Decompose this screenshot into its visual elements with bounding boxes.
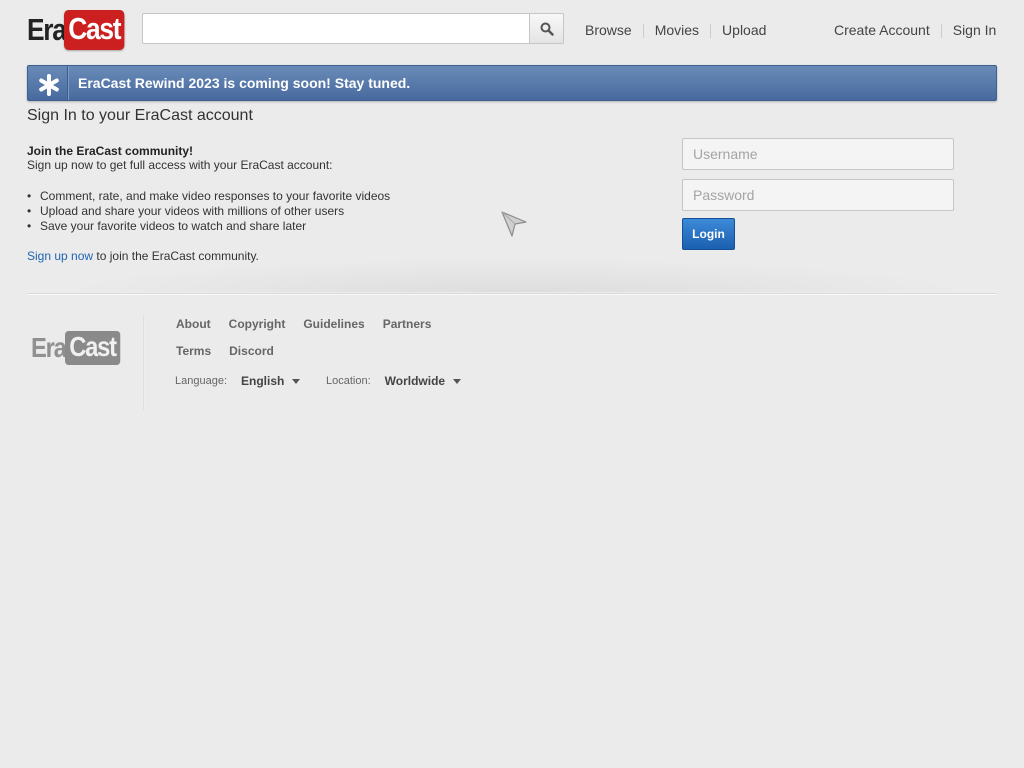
- nav-divider: [642, 24, 644, 38]
- join-subtitle: Sign up now to get full access with your…: [27, 158, 333, 172]
- benefits-list: • Comment, rate, and make video responses…: [27, 189, 390, 234]
- footer-link-discord[interactable]: Discord: [229, 344, 274, 358]
- language-selector: Language: English: [175, 374, 301, 388]
- footer-link-guidelines[interactable]: Guidelines: [303, 317, 364, 331]
- announcement-banner: EraCast Rewind 2023 is coming soon! Stay…: [27, 65, 997, 101]
- caret-down-icon: [453, 379, 462, 385]
- nav-upload[interactable]: Upload: [722, 22, 766, 38]
- location-label: Location:: [326, 375, 371, 387]
- footer-link-partners[interactable]: Partners: [383, 317, 432, 331]
- join-heading: Join the EraCast community!: [27, 144, 194, 158]
- footer-logo-cast-text: Cast: [64, 331, 120, 365]
- benefit-text: Comment, rate, and make video responses …: [40, 189, 391, 203]
- create-account-link[interactable]: Create Account: [834, 22, 930, 38]
- search-icon: [540, 22, 554, 36]
- bullet-icon: •: [27, 189, 32, 203]
- footer-link-about[interactable]: About: [176, 317, 211, 331]
- eracast-logo[interactable]: Era Cast: [27, 10, 136, 50]
- bullet-icon: •: [27, 219, 32, 233]
- footer-links-row2: Terms Discord: [176, 344, 292, 358]
- nav-movies[interactable]: Movies: [655, 22, 699, 38]
- logo-cast-text: Cast: [64, 10, 126, 50]
- logo-era-text: Era: [27, 12, 67, 47]
- list-item: • Upload and share your videos with milli…: [27, 204, 390, 219]
- footer-divider: [27, 293, 997, 295]
- nav-browse[interactable]: Browse: [585, 22, 632, 38]
- password-field[interactable]: [682, 179, 954, 211]
- username-field[interactable]: [682, 138, 954, 170]
- mouse-cursor-icon: [501, 211, 527, 237]
- banner-divider: [67, 66, 69, 100]
- location-selector: Location: Worldwide: [326, 374, 462, 388]
- content-shadow: [60, 258, 970, 292]
- nav-divider: [710, 24, 712, 38]
- footer-links-row1: About Copyright Guidelines Partners: [176, 317, 449, 331]
- login-button[interactable]: Login: [682, 218, 735, 250]
- list-item: • Comment, rate, and make video responses…: [27, 189, 390, 204]
- bullet-icon: •: [27, 204, 32, 218]
- language-label: Language:: [175, 375, 227, 387]
- page-title: Sign In to your EraCast account: [27, 107, 253, 124]
- list-item: • Save your favorite videos to watch and …: [27, 219, 390, 234]
- benefit-text: Upload and share your videos with millio…: [40, 204, 345, 218]
- banner-message: EraCast Rewind 2023 is coming soon! Stay…: [78, 75, 411, 91]
- account-nav: Create Account Sign In: [834, 22, 996, 38]
- location-value: Worldwide: [384, 374, 446, 388]
- language-value: English: [241, 374, 285, 388]
- location-dropdown[interactable]: Worldwide: [384, 374, 462, 388]
- language-dropdown[interactable]: English: [241, 374, 301, 388]
- nav-divider: [940, 24, 942, 38]
- benefit-text: Save your favorite videos to watch and s…: [40, 219, 307, 233]
- footer-link-terms[interactable]: Terms: [176, 344, 211, 358]
- main-nav: Browse Movies Upload: [585, 22, 766, 38]
- search-input[interactable]: [142, 13, 529, 44]
- header: Era Cast Browse Movies Upload Create Acc…: [0, 0, 1024, 60]
- caret-down-icon: [292, 379, 301, 385]
- footer-vertical-divider: [143, 316, 145, 410]
- footer-link-copyright[interactable]: Copyright: [229, 317, 286, 331]
- search-bar: [142, 13, 564, 44]
- footer-logo[interactable]: Era Cast: [31, 330, 129, 366]
- sign-in-link[interactable]: Sign In: [953, 22, 997, 38]
- footer-logo-era-text: Era: [31, 332, 67, 363]
- search-button[interactable]: [529, 13, 564, 44]
- asterisk-icon: [38, 70, 60, 96]
